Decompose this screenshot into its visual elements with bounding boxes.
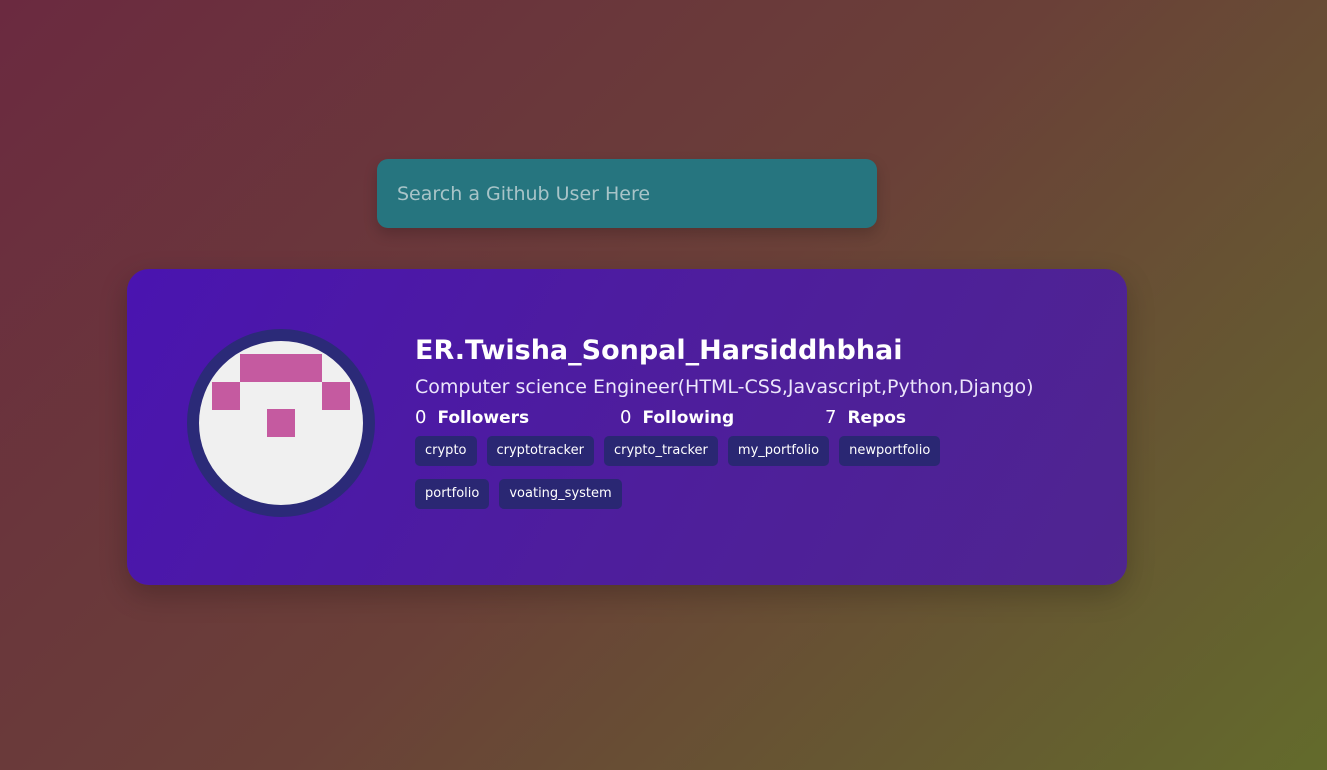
following-label: Following bbox=[642, 408, 735, 428]
search-input[interactable] bbox=[377, 159, 877, 228]
repos-stat: 7 Repos bbox=[825, 405, 906, 431]
user-card: ER.Twisha_Sonpal_Harsiddhbhai Computer s… bbox=[127, 269, 1127, 585]
following-count: 0 bbox=[620, 407, 632, 428]
following-stat: 0 Following bbox=[620, 405, 825, 431]
user-bio: Computer science Engineer(HTML-CSS,Javas… bbox=[415, 376, 1034, 398]
followers-stat: 0 Followers bbox=[415, 405, 620, 431]
repo-link[interactable]: newportfolio bbox=[839, 436, 941, 466]
avatar bbox=[187, 329, 375, 517]
repo-link[interactable]: portfolio bbox=[415, 479, 490, 509]
identicon-avatar-icon bbox=[212, 354, 350, 437]
repos-label: Repos bbox=[847, 408, 907, 428]
repo-link[interactable]: crypto bbox=[415, 436, 477, 466]
search-box[interactable] bbox=[377, 159, 877, 228]
user-name: ER.Twisha_Sonpal_Harsiddhbhai bbox=[415, 335, 903, 366]
followers-label: Followers bbox=[437, 408, 530, 428]
repo-link[interactable]: crypto_tracker bbox=[603, 436, 718, 466]
user-info: ER.Twisha_Sonpal_Harsiddhbhai Computer s… bbox=[415, 331, 1115, 522]
repos-count: 7 bbox=[825, 407, 837, 428]
followers-count: 0 bbox=[415, 407, 427, 428]
user-stats: 0 Followers 0 Following 7 Repos bbox=[415, 405, 1115, 431]
repo-link[interactable]: voating_system bbox=[499, 479, 622, 509]
repo-list: crypto cryptotracker crypto_tracker my_p… bbox=[415, 436, 1015, 522]
repo-link[interactable]: cryptotracker bbox=[486, 436, 594, 466]
repo-link[interactable]: my_portfolio bbox=[727, 436, 830, 466]
